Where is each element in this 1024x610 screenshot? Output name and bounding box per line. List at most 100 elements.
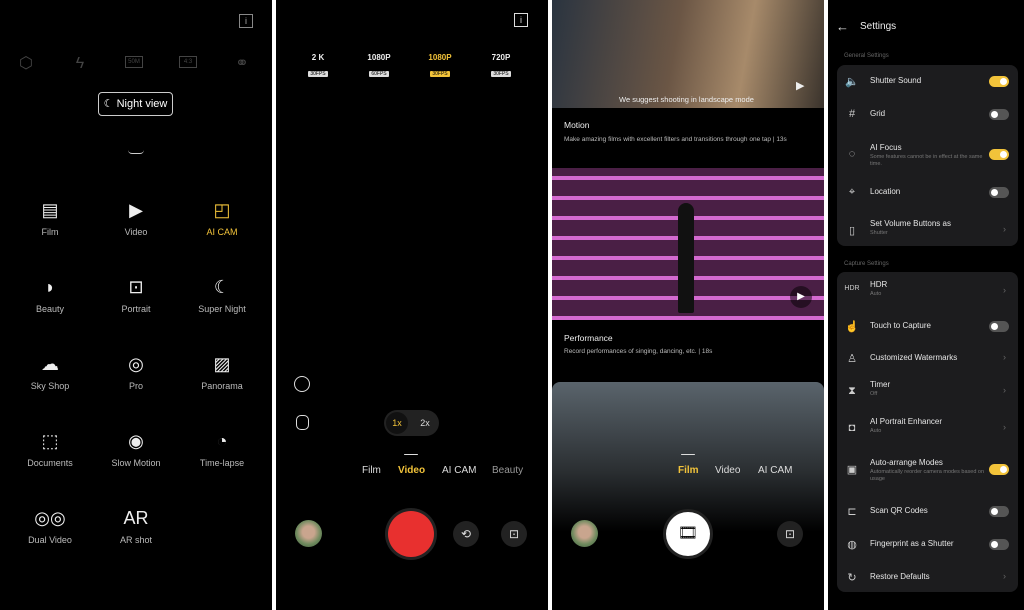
mode-ai-cam[interactable]: ◰ AI CAM [179, 199, 265, 237]
settings-hexagon-icon[interactable]: ⬡ [17, 56, 35, 72]
night-view-button[interactable]: ☾ Night view [98, 92, 173, 116]
mode-label: AI CAM [206, 227, 238, 237]
setting-hdr[interactable]: HDR HDR Auto › [837, 276, 1018, 306]
mode-label: Portrait [121, 304, 151, 314]
mode-ar-shot[interactable]: AR AR shot [93, 507, 179, 545]
toggle-switch[interactable] [989, 149, 1009, 160]
video-description: Make amazing films with excellent filter… [564, 136, 787, 143]
toggle-switch[interactable] [989, 506, 1009, 517]
mode-ai-cam[interactable]: AI CAM [758, 465, 792, 476]
setting-ai-portrait-enhancer[interactable]: ◘ AI Portrait Enhancer Auto › [837, 413, 1018, 443]
setting-auto-arrange-modes[interactable]: ▣ Auto-arrange Modes Automatically reorder… [837, 454, 1018, 484]
setting-ai-focus[interactable]: ◌ AI Focus Some features cannot be in effe… [837, 139, 1018, 169]
zoom-1x-button[interactable]: 1x [386, 412, 408, 434]
mode-dual-video[interactable]: ◎◎ Dual Video [7, 507, 93, 545]
setting-label: Location [870, 187, 901, 196]
mode-video[interactable]: Video [715, 465, 740, 476]
chevron-right-icon: › [1003, 385, 1006, 395]
back-arrow-icon[interactable]: ← [836, 19, 849, 34]
toggle-switch[interactable] [989, 464, 1009, 475]
setting-restore-defaults[interactable]: ↻ Restore Defaults › [837, 562, 1018, 592]
mode-beauty[interactable]: ◗ Beauty [7, 276, 93, 314]
mode-super-night[interactable]: ☾ Super Night [179, 276, 265, 314]
setting-grid[interactable]: # Grid [837, 99, 1018, 129]
zoom-selector: 1x 2x [384, 410, 439, 436]
gallery-thumbnail[interactable] [295, 520, 322, 547]
toggle-switch[interactable] [989, 539, 1009, 550]
resolution-label: 720P [491, 53, 511, 62]
setting-subtitle: Auto [870, 428, 882, 434]
info-icon[interactable]: i [239, 14, 253, 28]
mode-label: AR shot [119, 535, 152, 545]
setting-set-volume-buttons-as[interactable]: ▯ Set Volume Buttons as Shutter › [837, 215, 1018, 245]
mode-film[interactable]: ▤ Film [7, 199, 93, 237]
scan-icon[interactable]: ⊡ [777, 521, 803, 547]
mode-film[interactable]: Film [678, 465, 699, 476]
resolution-option[interactable]: 2 K 30FPS [298, 53, 338, 80]
setting-touch-to-capture[interactable]: ☝ Touch to Capture [837, 311, 1018, 341]
resolution-label: 1080P [367, 53, 391, 62]
top-setting-2-icon[interactable]: 50M [125, 56, 143, 68]
info-icon[interactable]: i [514, 13, 528, 27]
mode-sky-shop[interactable]: ☁ Sky Shop [7, 353, 93, 391]
speaker-icon: 🔈 [845, 76, 859, 88]
scan-icon: ⊏ [847, 506, 857, 518]
mode-panorama[interactable]: ▨ Panorama [179, 353, 265, 391]
toggle-switch[interactable] [989, 321, 1009, 332]
lens-ring-icon[interactable] [294, 376, 310, 392]
performance-video-preview[interactable]: ▶ [552, 168, 824, 320]
mode-video[interactable]: Video [398, 465, 425, 476]
portrait-enhancer-icon: ◘ [848, 422, 856, 434]
setting-timer[interactable]: ⧗ Timer Off › [837, 376, 1018, 406]
record-button[interactable] [388, 511, 434, 557]
setting-fingerprint-as-a-shutter[interactable]: ◍ Fingerprint as a Shutter [837, 529, 1018, 559]
mode-documents[interactable]: ⬚ Documents [7, 430, 93, 468]
filter-icon[interactable]: ⚭ [233, 56, 251, 72]
play-icon[interactable]: ▶ [796, 79, 804, 92]
play-icon[interactable]: ▶ [790, 286, 812, 308]
resolution-option[interactable]: 1080P 30FPS [420, 53, 460, 80]
mode-time-lapse[interactable]: ◔ Time-lapse [179, 430, 265, 468]
scan-icon[interactable]: ⊡ [501, 521, 527, 547]
resolution-option[interactable]: 720P 30FPS [481, 53, 521, 80]
dual-video-icon: ◎◎ [34, 508, 66, 528]
setting-subtitle: Automatically reorder camera modes based… [870, 469, 985, 482]
top-setting-3-icon[interactable]: 4:3 [179, 56, 197, 68]
switch-camera-icon[interactable]: ⟲ [453, 521, 479, 547]
panorama-icon: ▨ [213, 354, 231, 374]
film-shutter-button[interactable]: 🎞 [666, 512, 710, 556]
toggle-switch[interactable] [989, 76, 1009, 87]
slow-motion-icon: ◉ [128, 431, 144, 451]
video-title: Motion [564, 120, 590, 130]
mode-ai-cam[interactable]: AI CAM [442, 465, 476, 476]
toggle-switch[interactable] [989, 187, 1009, 198]
mode-indicator [681, 454, 695, 455]
resolution-option[interactable]: 1080P 60FPS [359, 53, 399, 80]
setting-subtitle: Shutter [870, 230, 888, 236]
resolution-label: 2 K [311, 53, 325, 62]
motion-video-preview[interactable]: We suggest shooting in landscape mode ▶ [552, 0, 824, 108]
zoom-2x-button[interactable]: 2x [414, 412, 436, 434]
chevron-right-icon: › [1003, 224, 1006, 234]
beauty-face-icon[interactable] [296, 415, 309, 430]
mode-indicator [404, 454, 418, 455]
mode-label: Slow Motion [111, 458, 161, 468]
mode-pro[interactable]: ◎ Pro [93, 353, 179, 391]
mode-slow-motion[interactable]: ◉ Slow Motion [93, 430, 179, 468]
mode-label: Video [124, 227, 148, 237]
gallery-thumbnail[interactable] [571, 520, 598, 547]
time-lapse-icon: ◔ [216, 431, 228, 451]
toggle-switch[interactable] [989, 109, 1009, 120]
setting-scan-qr-codes[interactable]: ⊏ Scan QR Codes [837, 496, 1018, 526]
flash-off-icon[interactable]: ϟ [71, 56, 89, 72]
mode-beauty[interactable]: Beauty [492, 465, 523, 476]
setting-label: Grid [870, 109, 886, 118]
collapse-chevron-icon[interactable] [128, 150, 144, 154]
setting-location[interactable]: ⌖ Location [837, 177, 1018, 207]
setting-label: Shutter Sound [870, 76, 922, 85]
mode-portrait[interactable]: ⊡ Portrait [93, 276, 179, 314]
mode-film[interactable]: Film [362, 465, 381, 476]
setting-shutter-sound[interactable]: 🔈 Shutter Sound [837, 66, 1018, 96]
setting-customized-watermarks[interactable]: ♙ Customized Watermarks › [837, 343, 1018, 373]
mode-video[interactable]: ▶ Video [93, 199, 179, 237]
